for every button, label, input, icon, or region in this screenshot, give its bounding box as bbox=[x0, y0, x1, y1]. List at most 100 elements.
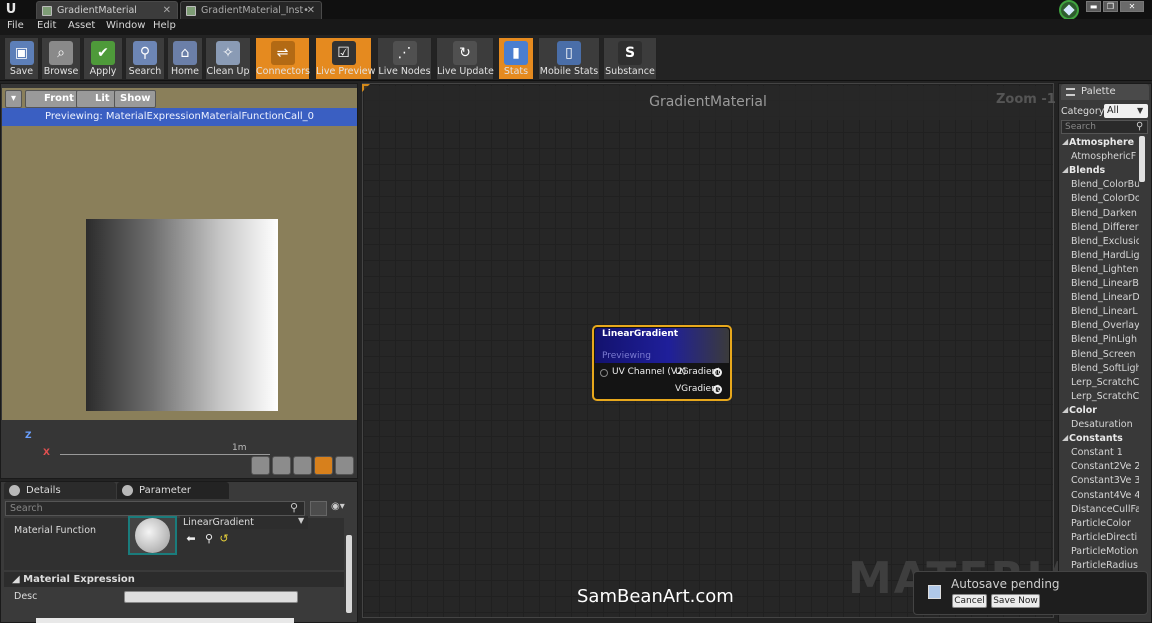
front-view-button[interactable]: Front bbox=[25, 90, 80, 108]
visibility-eye-icon[interactable]: ◉▾ bbox=[331, 501, 353, 516]
tab-gradient-material-inst[interactable]: GradientMaterial_Inst• ✕ bbox=[180, 1, 322, 19]
palette-item[interactable]: DistanceCullFa bbox=[1061, 503, 1139, 517]
stats-icon: ▮ bbox=[504, 41, 528, 65]
tab-details[interactable]: Details bbox=[4, 482, 116, 499]
palette-item[interactable]: Blend_Overlay bbox=[1061, 319, 1139, 333]
sphere-preview-icon[interactable] bbox=[272, 456, 291, 475]
palette-item[interactable]: Constant2Ve 2 bbox=[1061, 460, 1139, 474]
grid-view-icon[interactable] bbox=[310, 501, 327, 516]
palette-item[interactable]: Blend_Exclusio bbox=[1061, 235, 1139, 249]
uv-channel-input-pin[interactable] bbox=[600, 369, 608, 377]
palette-item[interactable]: Blend_LinearL bbox=[1061, 305, 1139, 319]
details-search-input[interactable]: Search bbox=[5, 501, 305, 516]
palette-item[interactable]: ParticleMotion bbox=[1061, 545, 1139, 559]
material-function-label: Material Function bbox=[14, 525, 97, 536]
cancel-button[interactable]: Cancel bbox=[952, 594, 987, 608]
tab-gradient-material[interactable]: GradientMaterial ✕ bbox=[36, 1, 178, 19]
palette-item[interactable]: Blend_ColorDo bbox=[1061, 192, 1139, 206]
palette-item[interactable]: Blend_PinLigh bbox=[1061, 333, 1139, 347]
palette-category[interactable]: Constants bbox=[1061, 432, 1139, 446]
save-now-button[interactable]: Save Now bbox=[991, 594, 1040, 608]
tab-parameter-defaults[interactable]: Parameter Defaults bbox=[117, 482, 229, 513]
palette-item[interactable]: Blend_LinearB bbox=[1061, 277, 1139, 291]
palette-item[interactable]: Blend_Lighten bbox=[1061, 263, 1139, 277]
close-tab-icon[interactable]: ✕ bbox=[307, 2, 315, 19]
zoom-level: Zoom -1 bbox=[996, 92, 1056, 107]
toolbar: ▣ Save ⌕ Browse ✔ Apply ⚲ Search ⌂ Home … bbox=[0, 35, 1152, 81]
lit-mode-button[interactable]: Lit bbox=[76, 90, 116, 108]
home-icon: ⌂ bbox=[173, 41, 197, 65]
minimize-button[interactable]: ▬ bbox=[1086, 1, 1101, 12]
viewport-options-dropdown[interactable]: ▾ bbox=[5, 90, 22, 108]
substance-button[interactable]: S Substance bbox=[603, 37, 657, 80]
palette-item[interactable]: Blend_Differer bbox=[1061, 221, 1139, 235]
palette-search-input[interactable]: Search bbox=[1061, 120, 1148, 134]
apply-button[interactable]: ✔ Apply bbox=[83, 37, 123, 80]
cylinder-preview-icon[interactable] bbox=[251, 456, 270, 475]
ugradient-output-pin[interactable] bbox=[713, 368, 722, 377]
live-update-button[interactable]: ↻ Live Update bbox=[436, 37, 494, 80]
menu-asset[interactable]: Asset bbox=[68, 20, 95, 31]
details-scrollbar[interactable] bbox=[346, 535, 352, 613]
palette-item[interactable]: Blend_SoftLigh bbox=[1061, 362, 1139, 376]
palette-item[interactable]: AtmosphericF bbox=[1061, 150, 1139, 164]
notification-icon[interactable] bbox=[1059, 0, 1079, 20]
apply-icon: ✔ bbox=[91, 41, 115, 65]
material-function-thumbnail[interactable] bbox=[128, 516, 177, 555]
clean-up-button[interactable]: ✧ Clean Up bbox=[205, 37, 251, 80]
mesh-preview-icon[interactable] bbox=[335, 456, 354, 475]
palette-item[interactable]: Blend_HardLig bbox=[1061, 249, 1139, 263]
palette-item[interactable]: ParticleColor bbox=[1061, 517, 1139, 531]
palette-item[interactable]: Lerp_ScratchC bbox=[1061, 390, 1139, 404]
collapse-arrow-icon[interactable]: ◢ bbox=[1062, 165, 1068, 174]
lit-mode-label: Lit bbox=[95, 93, 110, 104]
palette-category[interactable]: Atmosphere bbox=[1061, 136, 1139, 150]
palette-item[interactable]: Constant3Ve 3 bbox=[1061, 474, 1139, 488]
chevron-down-icon[interactable]: ▼ bbox=[298, 516, 304, 525]
palette-item[interactable]: Blend_Darken bbox=[1061, 207, 1139, 221]
palette-scrollbar[interactable] bbox=[1139, 136, 1145, 182]
menu-file[interactable]: File bbox=[7, 20, 24, 31]
home-button[interactable]: ⌂ Home bbox=[167, 37, 203, 80]
reset-icon[interactable]: ↺ bbox=[218, 533, 230, 545]
stats-button[interactable]: ▮ Stats bbox=[498, 37, 534, 80]
tab-label: GradientMaterial_Inst• bbox=[201, 5, 309, 16]
palette-category[interactable]: Blends bbox=[1061, 164, 1139, 178]
close-window-button[interactable]: ✕ bbox=[1120, 1, 1144, 12]
menu-edit[interactable]: Edit bbox=[37, 20, 56, 31]
collapse-arrow-icon[interactable]: ◢ bbox=[1062, 405, 1068, 414]
palette-item[interactable]: Blend_LinearD bbox=[1061, 291, 1139, 305]
save-button[interactable]: ▣ Save bbox=[4, 37, 39, 80]
cube-preview-icon[interactable] bbox=[314, 456, 333, 475]
menu-window[interactable]: Window bbox=[106, 20, 145, 31]
palette-item[interactable]: ParticleDirecti bbox=[1061, 531, 1139, 545]
browse-asset-icon[interactable]: ⚲ bbox=[203, 533, 215, 545]
show-button[interactable]: Show bbox=[114, 90, 157, 108]
palette-item[interactable]: Constant 1 bbox=[1061, 446, 1139, 460]
unreal-logo-icon[interactable]: U bbox=[2, 1, 20, 18]
maximize-button[interactable]: ❐ bbox=[1103, 1, 1118, 12]
live-nodes-button[interactable]: ⋰ Live Nodes bbox=[377, 37, 432, 80]
material-expression-section[interactable]: ◢ Material Expression bbox=[4, 572, 344, 587]
desc-input[interactable] bbox=[124, 591, 298, 603]
palette-item[interactable]: Blend_ColorBu bbox=[1061, 178, 1139, 192]
live-preview-button[interactable]: ☑ Live Preview bbox=[315, 37, 375, 80]
collapse-arrow-icon[interactable]: ◢ bbox=[1062, 137, 1068, 146]
material-function-combo[interactable]: LinearGradient bbox=[180, 516, 308, 529]
search-button[interactable]: ⚲ Search bbox=[125, 37, 165, 80]
mobile-stats-button[interactable]: ▯ Mobile Stats bbox=[538, 37, 600, 80]
menu-help[interactable]: Help bbox=[153, 20, 176, 31]
use-selected-arrow-icon[interactable]: ⬅ bbox=[185, 533, 197, 545]
palette-category[interactable]: Color bbox=[1061, 404, 1139, 418]
palette-item[interactable]: Blend_Screen bbox=[1061, 348, 1139, 362]
palette-item[interactable]: Desaturation bbox=[1061, 418, 1139, 432]
palette-item[interactable]: Constant4Ve 4 bbox=[1061, 489, 1139, 503]
connectors-button[interactable]: ⇌ Connectors bbox=[255, 37, 310, 80]
collapse-arrow-icon[interactable]: ◢ bbox=[1062, 433, 1068, 442]
plane-preview-icon[interactable] bbox=[293, 456, 312, 475]
chevron-down-icon[interactable]: ▼ bbox=[1137, 104, 1143, 118]
vgradient-output-pin[interactable] bbox=[713, 385, 722, 394]
close-tab-icon[interactable]: ✕ bbox=[163, 2, 171, 19]
browse-button[interactable]: ⌕ Browse bbox=[41, 37, 81, 80]
palette-item[interactable]: Lerp_ScratchC bbox=[1061, 376, 1139, 390]
